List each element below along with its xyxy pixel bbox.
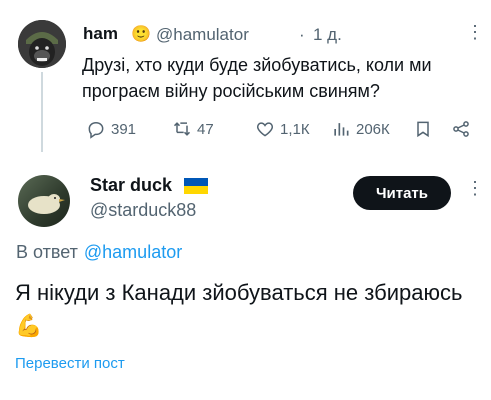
follow-button[interactable]: Читать [353,176,451,210]
reply-author-name[interactable]: Star duck [90,175,172,196]
more-options-icon[interactable]: ⋮ [466,178,484,199]
reply-text: Я нікуди з Канади зйобуваться не збираюс… [15,280,463,338]
reply-author-handle[interactable]: @starduck88 [90,200,196,221]
translate-post-link[interactable]: Перевести пост [15,355,125,372]
reply-count: 391 [111,120,137,138]
share-icon [453,121,469,137]
like-icon [256,122,274,137]
like-action[interactable]: 1,1К [255,119,310,139]
views-icon [334,123,349,136]
tweet-text: Друзі, хто куди буде зйобуватись, коли м… [82,55,432,101]
reply-to-line: В ответ @hamulator [16,242,182,263]
thread-line [41,72,43,152]
reply-to-handle-link[interactable]: @hamulator [84,242,182,262]
retweet-icon [173,122,191,136]
author-name[interactable]: ham [83,24,118,44]
bookmark-icon [417,121,429,138]
tweet-time[interactable]: 1 д. [313,25,342,45]
gorilla-avatar-icon [18,20,66,68]
reply-icon [88,121,104,139]
author-handle[interactable]: @hamulator [156,25,249,45]
like-count: 1,1К [280,120,310,138]
retweet-count: 47 [197,120,214,138]
duck-avatar-icon [28,194,65,214]
more-options-icon[interactable]: ⋮ [466,22,484,43]
smile-emoji-icon: 🙂 [131,26,151,43]
ukraine-flag-icon [184,178,208,194]
avatar[interactable] [18,175,70,227]
share-action[interactable] [451,119,471,139]
bookmark-action[interactable] [413,119,433,139]
reply-action[interactable]: 391 [86,119,136,139]
time-separator: · [299,25,305,44]
retweet-action[interactable]: 47 [172,119,214,139]
views-action[interactable]: 206К [331,119,390,139]
avatar[interactable] [18,20,66,68]
reply-to-label: В ответ [16,242,78,262]
views-count: 206К [356,120,390,138]
